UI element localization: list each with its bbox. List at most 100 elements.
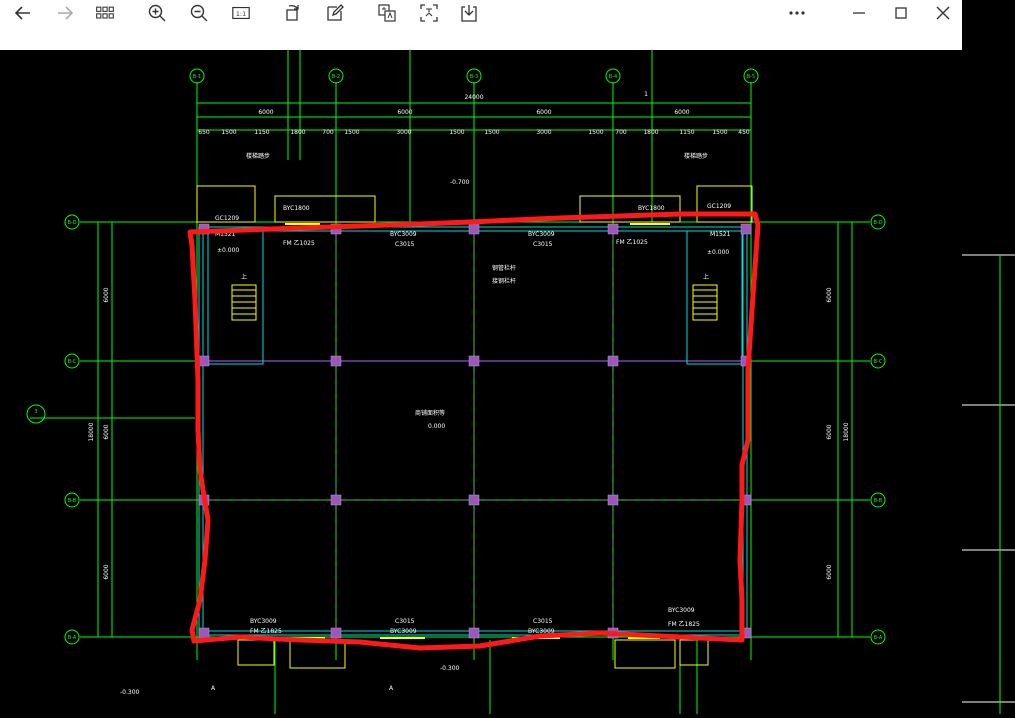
- detail-dim-9: 1500: [484, 129, 499, 136]
- axis-label-b4: B-4: [609, 74, 617, 80]
- label-stair-up-right: 上: [703, 273, 709, 281]
- gallery-button[interactable]: [90, 0, 120, 26]
- save-icon: [461, 5, 477, 22]
- rotate-button[interactable]: [278, 0, 308, 26]
- axis-label-b2: B-2: [332, 74, 340, 80]
- label-level-right: ±0.000: [707, 249, 729, 256]
- arrow-left-icon: [14, 6, 30, 20]
- room-level: 0.000: [428, 423, 445, 430]
- dimension-texts: 24000 6000 6000 6000 6000 650 1500 1150 …: [88, 91, 850, 580]
- label-byc-top-mid2: BYC3009: [528, 231, 555, 238]
- detail-dim-1: 650: [198, 129, 210, 136]
- detail-dim-15: 1500: [712, 129, 727, 136]
- label-section-a: A: [211, 685, 216, 692]
- section-mark: 3: [34, 409, 37, 415]
- close-button[interactable]: [928, 0, 958, 26]
- axis-bubbles: [26, 68, 886, 645]
- translate-button[interactable]: [372, 0, 402, 26]
- background-window: [962, 0, 1015, 714]
- label-c-top-mid: C3015: [395, 241, 415, 248]
- label-section-a2: A: [389, 685, 394, 692]
- label-byc-top-mid: BYC3009: [390, 231, 417, 238]
- window-marks: [285, 223, 670, 639]
- more-icon: [789, 11, 805, 15]
- rotate-icon: [286, 4, 299, 21]
- actual-size-icon: 1:1: [232, 6, 250, 20]
- bay-dim-2: 6000: [397, 109, 412, 116]
- bay-dim-3: 6000: [536, 109, 551, 116]
- axis-label-ba-right: B-A: [874, 635, 883, 641]
- axis-label-bb-right: B-B: [874, 498, 883, 504]
- label-c-bot-mid2: C3015: [533, 618, 553, 625]
- label-byc-bot-mid: BYC3009: [390, 628, 417, 635]
- image-viewer-toolbar: 1:1: [0, 0, 962, 50]
- cad-drawing-canvas[interactable]: B-1 B-2 B-3 B-4 B-5 B-D B-C B-B B-A B-D …: [0, 50, 962, 714]
- label-stair-top-left: 楼梯踏步: [246, 152, 270, 160]
- interior-dashed-grid: [205, 230, 745, 632]
- detail-dim-13: 1800: [643, 129, 658, 136]
- label-gc-top-left: GC1209: [215, 215, 239, 222]
- walls: [198, 226, 748, 636]
- zoom-in-button[interactable]: [142, 0, 172, 26]
- label-byc-top-right: BYC1800: [638, 205, 665, 212]
- minimize-button[interactable]: [844, 0, 874, 26]
- detail-dim-3: 1150: [254, 129, 269, 136]
- save-button[interactable]: [454, 0, 484, 26]
- detail-dim-14: 1150: [679, 129, 694, 136]
- label-c-bot-mid: C3015: [395, 618, 415, 625]
- total-width-dim: 24000: [464, 94, 483, 101]
- room-label: 商铺面积等: [415, 409, 445, 417]
- vdim-right-2: 6000: [826, 424, 833, 439]
- back-button[interactable]: [8, 0, 38, 26]
- axis-label-bd-left: B-D: [67, 220, 76, 226]
- maximize-button[interactable]: [886, 0, 916, 26]
- axis-label-b3: B-3: [470, 74, 478, 80]
- vdim-left-1: 6000: [103, 287, 110, 302]
- label-fm-bot-left: FM 乙1825: [250, 628, 282, 635]
- zoom-out-icon: [190, 4, 208, 22]
- columns: [198, 223, 752, 639]
- actual-size-button[interactable]: 1:1: [226, 0, 256, 26]
- label-fm-bot-right: FM 乙1825: [668, 621, 700, 628]
- label-byc-bot-right: BYC3009: [668, 607, 695, 614]
- label-byc-bot-left: BYC3009: [250, 618, 277, 625]
- detail-dim-11: 1500: [588, 129, 603, 136]
- axis-label-bb-left: B-B: [68, 498, 77, 504]
- label-note2: 接钢栏杆: [492, 277, 516, 285]
- more-button[interactable]: [782, 0, 812, 26]
- detail-dim-5: 700: [322, 129, 334, 136]
- label-byc-top-left: BYC1800: [283, 205, 310, 212]
- detail-dim-10: 3000: [536, 129, 551, 136]
- detail-dim-2: 1500: [221, 129, 236, 136]
- label-note1: 钢管栏杆: [492, 264, 516, 272]
- vdim-left-total: 18000: [88, 422, 95, 441]
- detail-dim-12: 700: [615, 129, 627, 136]
- zoom-out-button[interactable]: [184, 0, 214, 26]
- edit-button[interactable]: [320, 0, 350, 26]
- detail-dim-7: 3000: [396, 129, 411, 136]
- top-mark: 1: [644, 91, 648, 98]
- label-level-bottom: -0.300: [440, 665, 460, 672]
- label-fm-top-left: FM 乙1025: [283, 240, 315, 247]
- vdim-left-3: 6000: [103, 564, 110, 579]
- label-stair-up-left: 上: [241, 273, 247, 281]
- detail-dim-6: 1500: [344, 129, 359, 136]
- forward-button[interactable]: [50, 0, 80, 26]
- maximize-icon: [895, 7, 907, 19]
- text-recognize-icon: [420, 4, 438, 22]
- axis-label-bc-right: B-C: [874, 359, 883, 365]
- detail-dim-8: 1500: [449, 129, 464, 136]
- vdim-left-2: 6000: [103, 424, 110, 439]
- axis-label-bd-right: B-D: [873, 220, 882, 226]
- floor-plan: B-1 B-2 B-3 B-4 B-5 B-D B-C B-B B-A B-D …: [26, 50, 886, 714]
- label-stair-top-right: 楼梯踏步: [684, 152, 708, 160]
- axis-label-ba-left: B-A: [68, 635, 77, 641]
- axis-labels: B-1 B-2 B-3 B-4 B-5 B-D B-C B-B B-A B-D …: [34, 74, 882, 641]
- bay-dim-4: 6000: [674, 109, 689, 116]
- grid-icon: [96, 6, 114, 19]
- bay-dim-1: 6000: [258, 109, 273, 116]
- label-level-bottom2: -0.300: [120, 689, 140, 696]
- label-c-top-mid2: C3015: [533, 241, 553, 248]
- ocr-button[interactable]: [414, 0, 444, 26]
- detail-dim-16: 450: [738, 129, 750, 136]
